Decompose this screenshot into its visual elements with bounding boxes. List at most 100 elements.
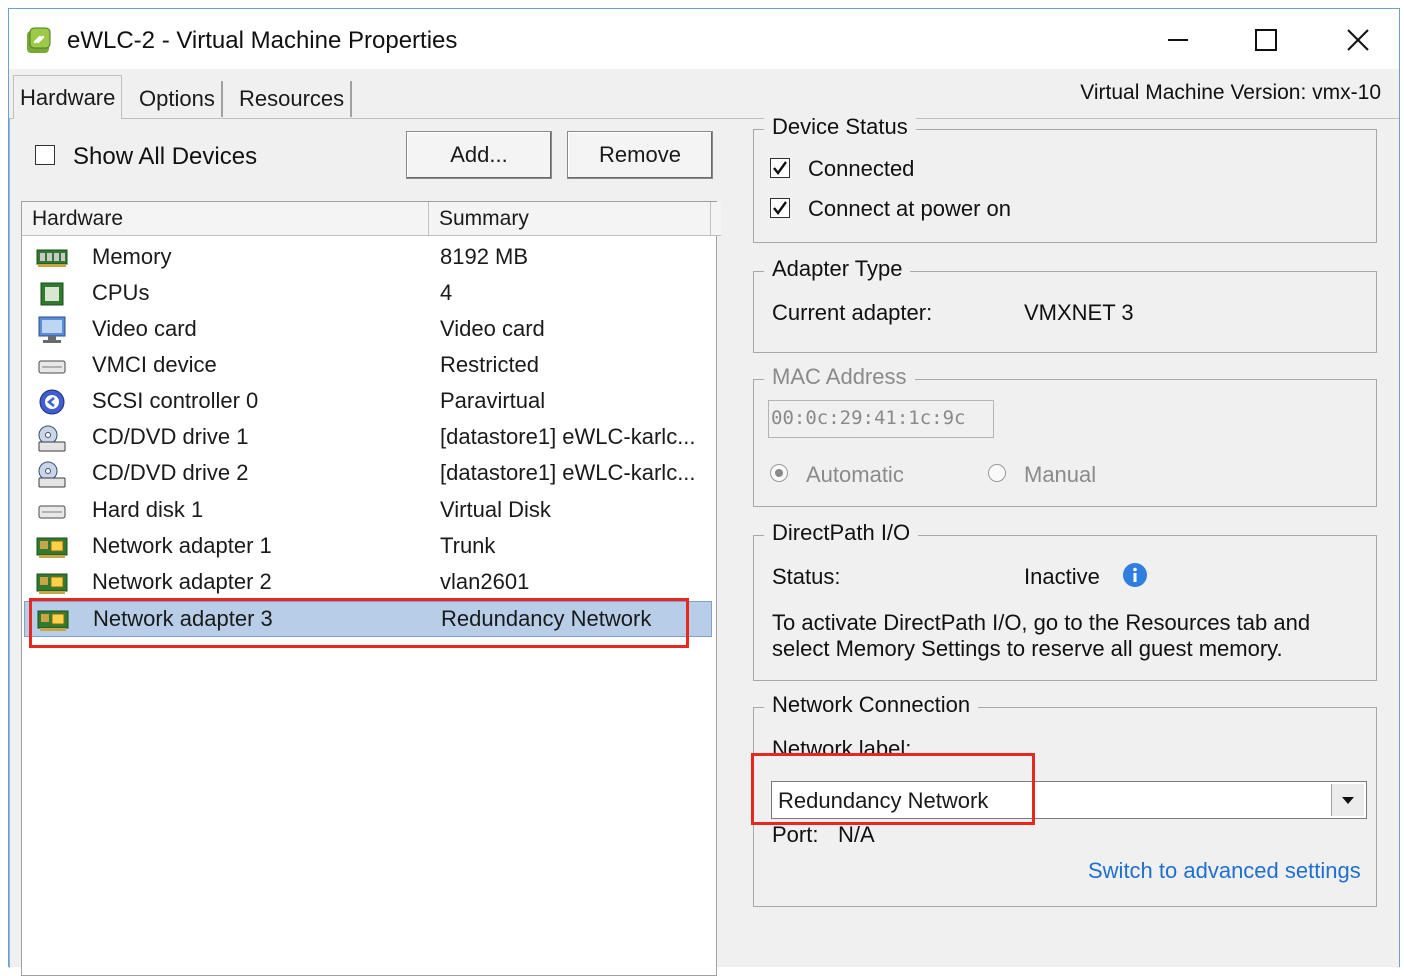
hardware-row-network-adapter-1[interactable]: Network adapter 1 Trunk — [24, 529, 712, 565]
network-adapter-icon — [37, 606, 69, 634]
hardware-row-video-card[interactable]: Video card Video card — [24, 312, 712, 348]
scsi-icon — [36, 388, 68, 416]
hardware-row-hard-disk[interactable]: Hard disk 1 Virtual Disk — [24, 493, 712, 529]
manual-radio[interactable] — [988, 464, 1006, 482]
group-title: DirectPath I/O — [764, 520, 919, 546]
cdrom-icon — [36, 424, 68, 452]
hardware-row-network-adapter-3[interactable]: Network adapter 3 Redundancy Network — [24, 601, 712, 637]
network-label-value: Redundancy Network — [778, 788, 989, 813]
hardware-summary: Paravirtual — [440, 388, 546, 413]
hardware-row-scsi-controller[interactable]: SCSI controller 0 Paravirtual — [24, 384, 712, 420]
tab-options[interactable]: Options — [133, 81, 223, 117]
tab-bar: Hardware Options Resources Virtual Machi… — [9, 73, 1399, 119]
device-icon — [36, 352, 68, 380]
maximize-icon — [1255, 29, 1277, 51]
network-label-label: Network label: — [772, 736, 912, 761]
hardware-name: Network adapter 2 — [92, 569, 272, 594]
connected-checkbox[interactable] — [770, 158, 790, 178]
column-header-summary[interactable]: Summary — [428, 202, 710, 236]
hardware-row-cd-dvd-2[interactable]: CD/DVD drive 2 [datastore1] eWLC-karlc..… — [24, 456, 712, 492]
network-adapter-icon — [36, 569, 68, 597]
maximize-button[interactable] — [1243, 23, 1289, 57]
automatic-label: Automatic — [806, 462, 904, 487]
dropdown-arrow-button[interactable] — [1331, 784, 1364, 816]
tab-label: Hardware — [20, 84, 116, 110]
mac-address-value: 00:0c:29:41:1c:9c — [771, 407, 966, 429]
current-adapter-label: Current adapter: — [772, 300, 933, 325]
adapter-type-group: Adapter Type Current adapter: VMXNET 3 — [753, 256, 1377, 353]
close-icon — [1347, 29, 1369, 51]
directpath-status-value: Inactive — [1024, 564, 1100, 589]
port-value: N/A — [838, 822, 875, 847]
hardware-summary: Video card — [440, 316, 545, 341]
automatic-radio[interactable] — [770, 464, 788, 482]
vm-version-label: Virtual Machine Version: vmx-10 — [1080, 81, 1381, 104]
add-button[interactable]: Add... — [406, 131, 552, 179]
network-label-select[interactable]: Redundancy Network — [771, 781, 1367, 819]
hardware-row-network-adapter-2[interactable]: Network adapter 2 vlan2601 — [24, 565, 712, 601]
left-border — [9, 119, 10, 968]
show-all-devices-checkbox[interactable] — [35, 145, 55, 165]
column-header-label: Hardware — [32, 206, 124, 230]
hardware-row-cd-dvd-1[interactable]: CD/DVD drive 1 [datastore1] eWLC-karlc..… — [24, 420, 712, 456]
tab-resources[interactable]: Resources — [233, 81, 353, 117]
hardware-row-cpus[interactable]: CPUs 4 — [24, 276, 712, 312]
tab-content-border — [9, 118, 1399, 119]
mac-address-field[interactable]: 00:0c:29:41:1c:9c — [768, 400, 994, 438]
hardware-summary: Restricted — [440, 352, 540, 377]
hardware-summary: 8192 MB — [440, 244, 529, 269]
info-icon[interactable] — [1122, 562, 1148, 593]
directpath-info-line-1: To activate DirectPath I/O, go to the Re… — [772, 610, 1311, 635]
switch-advanced-settings-link[interactable]: Switch to advanced settings — [1088, 858, 1361, 884]
checkmark-icon — [773, 201, 787, 215]
hardware-summary: [datastore1] eWLC-karlc... — [440, 424, 696, 449]
directpath-info-line-2: select Memory Settings to reserve all gu… — [772, 636, 1283, 661]
close-button[interactable] — [1335, 23, 1381, 57]
group-title: Network Connection — [764, 692, 979, 718]
hardware-name: CD/DVD drive 2 — [92, 460, 249, 485]
column-header-hardware[interactable]: Hardware — [22, 202, 428, 236]
minimize-icon — [1168, 39, 1188, 41]
chevron-down-icon — [1342, 797, 1354, 804]
device-status-group: Device Status Connected Connect at power… — [753, 114, 1377, 243]
hardware-row-memory[interactable]: Memory 8192 MB — [24, 240, 712, 276]
hardware-list[interactable]: Hardware Summary Memory 8192 MB CPUs 4 V… — [21, 201, 721, 976]
connected-label: Connected — [808, 156, 915, 181]
harddisk-icon — [36, 497, 68, 525]
cdrom-icon — [36, 460, 68, 488]
group-title: Adapter Type — [764, 256, 911, 282]
group-title: Device Status — [764, 114, 916, 140]
mac-address-group: MAC Address 00:0c:29:41:1c:9c Automatic … — [753, 364, 1377, 507]
group-title: MAC Address — [764, 364, 915, 390]
remove-button-label: Remove — [599, 142, 681, 167]
hardware-summary: Trunk — [440, 533, 496, 558]
vsphere-app-icon — [25, 27, 53, 55]
column-header-label: Summary — [439, 206, 529, 230]
hardware-row-vmci-device[interactable]: VMCI device Restricted — [24, 348, 712, 384]
vm-properties-window: eWLC-2 - Virtual Machine Properties Hard… — [8, 8, 1400, 976]
current-adapter-value: VMXNET 3 — [1024, 300, 1134, 325]
connect-at-power-on-checkbox[interactable] — [770, 198, 790, 218]
hardware-name: Memory — [92, 244, 172, 269]
hardware-summary: Redundancy Network — [441, 606, 652, 631]
hardware-name: Network adapter 3 — [93, 606, 273, 631]
hardware-summary: [datastore1] eWLC-karlc... — [440, 460, 696, 485]
hardware-name: CPUs — [92, 280, 150, 305]
hardware-summary: vlan2601 — [440, 569, 530, 594]
directpath-status-label: Status: — [772, 564, 841, 589]
radio-dot — [775, 469, 783, 477]
title-bar[interactable]: eWLC-2 - Virtual Machine Properties — [9, 9, 1399, 69]
minimize-button[interactable] — [1155, 23, 1201, 57]
hardware-summary: Virtual Disk — [440, 497, 551, 522]
tab-hardware[interactable]: Hardware — [13, 75, 123, 119]
hardware-name: CD/DVD drive 1 — [92, 424, 249, 449]
tab-label: Resources — [239, 86, 345, 111]
port-label: Port: — [772, 822, 819, 847]
checkmark-icon — [773, 161, 787, 175]
hardware-name: VMCI device — [92, 352, 217, 377]
connect-at-power-on-label: Connect at power on — [808, 196, 1012, 221]
remove-button[interactable]: Remove — [567, 131, 713, 179]
memory-icon — [36, 244, 68, 272]
directpath-group: DirectPath I/O Status: Inactive To activ… — [753, 520, 1377, 681]
hardware-name: Video card — [92, 316, 197, 341]
